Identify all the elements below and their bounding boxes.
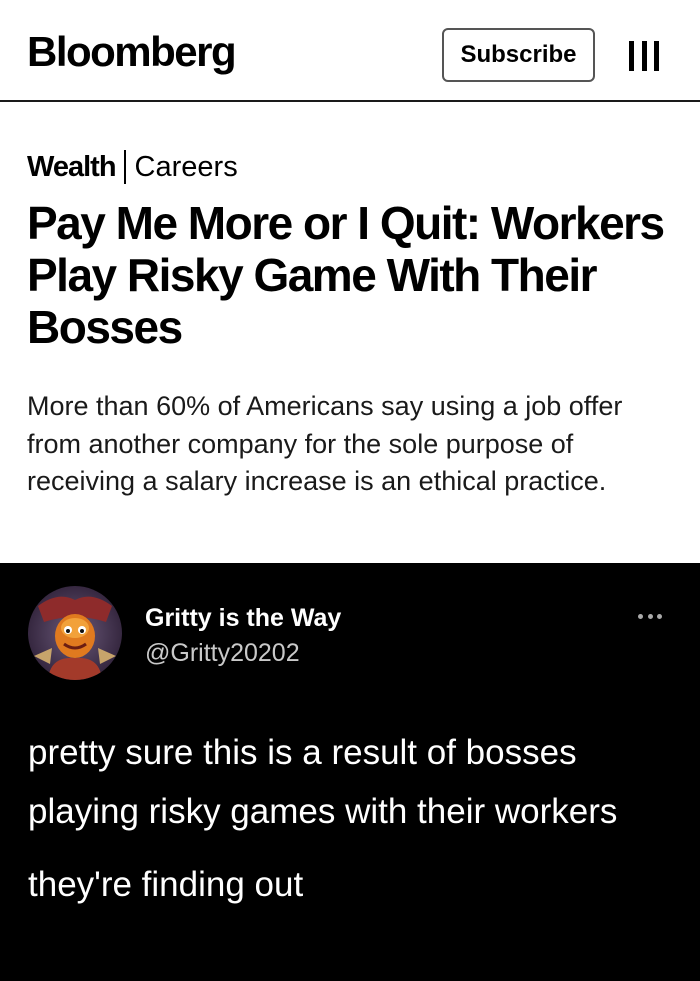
tweet-text: pretty sure this is a result of bosses p…: [28, 723, 678, 914]
menu-icon[interactable]: [629, 41, 659, 71]
section-label[interactable]: Wealth: [27, 151, 117, 184]
article-dek: More than 60% of Americans say using a j…: [27, 391, 623, 496]
article-headline: Pay Me More or I Quit: Workers Play Risk…: [27, 197, 665, 353]
breadcrumb: Wealth Careers: [27, 150, 238, 184]
subsection-label[interactable]: Careers: [135, 151, 238, 184]
site-logo[interactable]: Bloomberg: [27, 28, 237, 76]
tweet-card: Gritty is the Way @Gritty20202 pretty su…: [0, 563, 700, 981]
article-screenshot: Bloomberg Subscribe Wealth Careers Pay M…: [0, 0, 700, 563]
avatar[interactable]: [28, 586, 122, 680]
tweet-display-name[interactable]: Gritty is the Way: [145, 604, 341, 633]
breadcrumb-divider: [123, 150, 126, 184]
subscribe-button[interactable]: Subscribe: [442, 28, 595, 82]
avatar-image: [28, 586, 122, 680]
site-header: Bloomberg Subscribe: [0, 0, 700, 102]
tweet-paragraph: they're finding out: [28, 865, 304, 904]
tweet-handle[interactable]: @Gritty20202: [145, 639, 300, 668]
more-options-icon[interactable]: [638, 614, 662, 622]
tweet-paragraph: pretty sure this is a result of bosses p…: [28, 733, 618, 831]
